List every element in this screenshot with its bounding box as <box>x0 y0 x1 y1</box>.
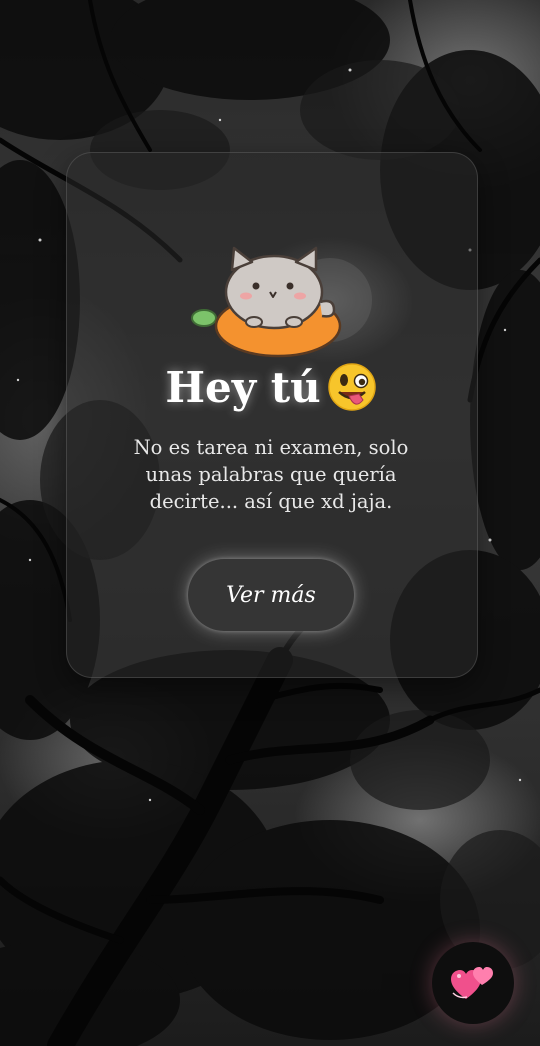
winking-tongue-face-icon <box>327 363 376 411</box>
message-text: No es tarea ni examen, solo unas palabra… <box>133 436 409 513</box>
two-hearts-icon <box>451 967 493 999</box>
ver-mas-button[interactable]: Ver más <box>188 559 354 631</box>
cat-on-carrot-sticker <box>191 246 342 358</box>
app-screen: Hey tú No es tarea ni examen, solo unas … <box>0 0 540 1046</box>
hearts-floating-button[interactable] <box>432 942 514 1024</box>
greeting-title: Hey tú <box>66 358 476 418</box>
greeting-title-text: Hey tú <box>165 363 321 412</box>
